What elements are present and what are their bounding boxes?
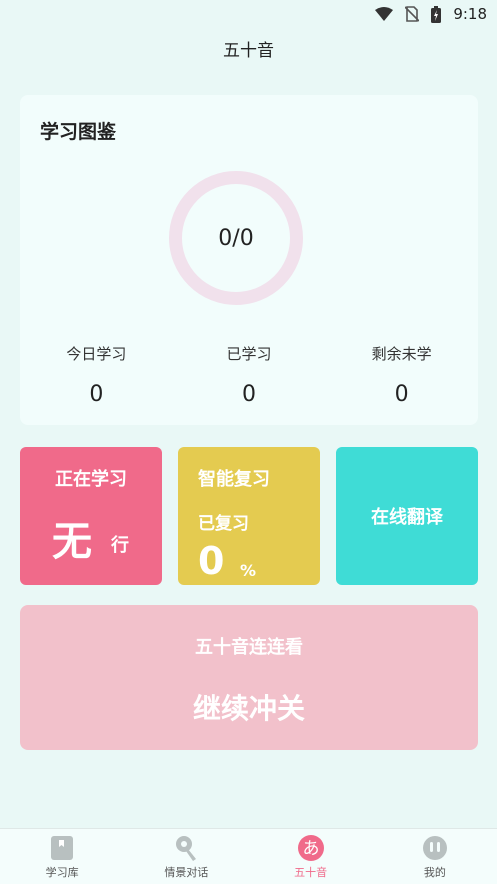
- stat-today: 今日学习 0: [20, 343, 173, 407]
- tab-profile[interactable]: 我的: [373, 829, 497, 884]
- status-time: 9:18: [453, 5, 487, 23]
- tile-value: 无: [52, 519, 92, 565]
- online-translate-tile[interactable]: 在线翻译: [336, 447, 478, 585]
- stats-row: 今日学习 0 已学习 0 剩余未学 0: [20, 343, 478, 407]
- tile-title: 正在学习: [55, 469, 127, 490]
- stat-label: 今日学习: [66, 345, 127, 363]
- tab-dialogue[interactable]: 情景对话: [124, 829, 248, 884]
- page-title: 五十音: [223, 41, 274, 61]
- stat-label: 剩余未学: [371, 345, 432, 363]
- status-bar: 9:18: [0, 0, 497, 28]
- battery-charging-icon: [431, 5, 442, 23]
- stat-value: 0: [89, 382, 104, 407]
- tile-subtitle: 已复习: [198, 514, 249, 534]
- progress-ring: 0/0: [169, 171, 303, 305]
- tile-title: 在线翻译: [371, 507, 443, 528]
- tab-label: 我的: [423, 866, 446, 879]
- hiragana-a-icon: あ: [297, 835, 324, 861]
- tab-label: 学习库: [45, 866, 79, 879]
- stat-label: 已学习: [226, 345, 272, 363]
- currently-learning-tile[interactable]: 正在学习 无 行: [20, 447, 162, 585]
- card-title: 学习图鉴: [40, 121, 117, 143]
- key-icon: [173, 835, 199, 861]
- stat-value: 0: [394, 382, 409, 407]
- no-sim-icon: [405, 6, 420, 22]
- tile-title: 智能复习: [198, 469, 270, 490]
- tab-library[interactable]: 学习库: [0, 829, 124, 884]
- bottom-tab-bar: 学习库 情景对话 あ 五十音 我的: [0, 828, 497, 884]
- tab-gojuon[interactable]: あ 五十音: [249, 829, 373, 884]
- wifi-icon: [375, 7, 394, 21]
- tile-unit: 行: [111, 535, 129, 556]
- stat-value: 0: [242, 382, 256, 407]
- tile-unit: %: [240, 561, 257, 580]
- stat-learned: 已学习 0: [173, 343, 326, 407]
- tab-label: 情景对话: [164, 866, 209, 879]
- matching-game-banner[interactable]: 五十音连连看 继续冲关: [20, 605, 478, 750]
- smart-review-tile[interactable]: 智能复习 已复习 0 %: [178, 447, 320, 585]
- tab-label: 五十音: [294, 866, 328, 879]
- continue-challenge-button[interactable]: 继续冲关: [20, 687, 478, 727]
- tile-value: 0: [198, 539, 225, 583]
- stat-remaining: 剩余未学 0: [325, 343, 478, 407]
- profile-icon: [422, 835, 448, 861]
- progress-text: 0/0: [218, 225, 254, 251]
- banner-title: 五十音连连看: [195, 637, 303, 658]
- book-icon: [49, 835, 75, 861]
- hiragana-a-glyph: あ: [302, 839, 319, 859]
- study-overview-card: 学习图鉴 0/0 今日学习 0 已学习 0 剩余未学 0: [20, 95, 478, 425]
